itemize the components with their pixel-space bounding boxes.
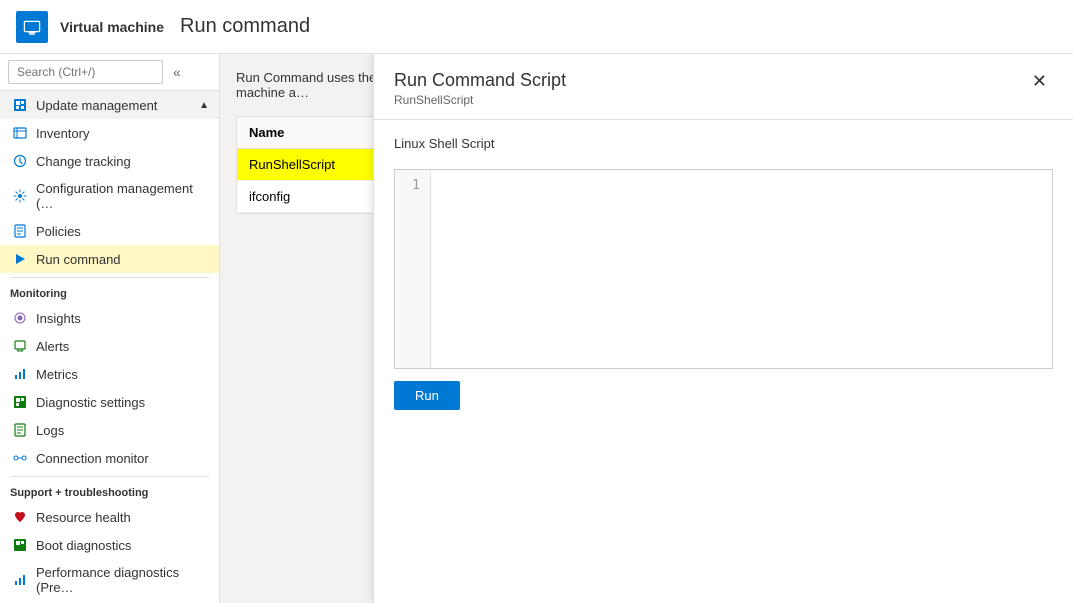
sidebar-item-performance-diagnostics[interactable]: Performance diagnostics (Pre…: [0, 559, 219, 601]
sidebar-item-update-management[interactable]: Update management ▲: [0, 91, 219, 119]
content-area: Run Command uses the VM agent to run scr…: [220, 54, 1073, 603]
connection-monitor-icon: [12, 450, 28, 466]
sidebar-item-alerts-label: Alerts: [36, 339, 69, 354]
sidebar-item-resource-health[interactable]: Resource health: [0, 503, 219, 531]
sidebar-item-change-tracking[interactable]: Change tracking: [0, 147, 219, 175]
divider-monitoring: [10, 277, 209, 278]
diagnostic-settings-icon: [12, 394, 28, 410]
update-management-icon: [12, 97, 28, 113]
performance-diagnostics-icon: [12, 572, 28, 588]
inventory-icon: [12, 125, 28, 141]
sidebar-item-connection-monitor[interactable]: Connection monitor: [0, 444, 219, 472]
policies-icon: [12, 223, 28, 239]
alerts-icon: [12, 338, 28, 354]
insights-icon: [12, 310, 28, 326]
sidebar-item-metrics[interactable]: Metrics: [0, 360, 219, 388]
sidebar-item-configuration-management-label: Configuration management (…: [36, 181, 209, 211]
top-header: Virtual machine Run command: [0, 0, 1073, 54]
divider-support: [10, 476, 209, 477]
panel-subtitle: RunShellScript: [394, 93, 566, 107]
main-layout: « Update management ▲ Inventory: [0, 54, 1073, 603]
sidebar-item-insights[interactable]: Insights: [0, 304, 219, 332]
run-button[interactable]: Run: [394, 381, 460, 410]
support-section-header: Support + troubleshooting: [0, 481, 219, 503]
sidebar-item-change-tracking-label: Change tracking: [36, 154, 131, 169]
sidebar-item-configuration-management[interactable]: Configuration management (…: [0, 175, 219, 217]
panel-title-area: Run Command Script RunShellScript: [394, 70, 566, 107]
sidebar-item-diagnostic-settings[interactable]: Diagnostic settings: [0, 388, 219, 416]
page-title: Run command: [180, 15, 310, 38]
sidebar: « Update management ▲ Inventory: [0, 54, 220, 603]
chevron-up-icon: ▲: [199, 100, 209, 111]
search-input[interactable]: [8, 60, 163, 84]
logs-icon: [12, 422, 28, 438]
sidebar-item-policies-label: Policies: [36, 224, 81, 239]
search-box: «: [0, 54, 219, 91]
sidebar-scroll: Update management ▲ Inventory Change tra…: [0, 91, 219, 603]
metrics-icon: [12, 366, 28, 382]
sidebar-item-insights-label: Insights: [36, 311, 81, 326]
panel-body: Linux Shell Script 1 Run: [374, 120, 1073, 603]
panel-header: Run Command Script RunShellScript ✕: [374, 54, 1073, 120]
field-label: Linux Shell Script: [394, 136, 1053, 151]
run-command-panel: Run Command Script RunShellScript ✕ Linu…: [373, 54, 1073, 603]
run-shell-script-label: RunShellScript: [249, 157, 335, 172]
collapse-button[interactable]: «: [169, 62, 185, 82]
boot-diagnostics-icon: [12, 537, 28, 553]
sidebar-item-performance-diagnostics-label: Performance diagnostics (Pre…: [36, 565, 209, 595]
vm-name: Virtual machine: [60, 19, 164, 35]
sidebar-item-inventory[interactable]: Inventory: [0, 119, 219, 147]
panel-close-button[interactable]: ✕: [1026, 70, 1053, 92]
sidebar-item-boot-diagnostics[interactable]: Boot diagnostics: [0, 531, 219, 559]
sidebar-item-logs-label: Logs: [36, 423, 64, 438]
vm-info: Virtual machine: [60, 19, 164, 35]
sidebar-item-policies[interactable]: Policies: [0, 217, 219, 245]
ifconfig-label: ifconfig: [249, 189, 290, 204]
sidebar-item-logs[interactable]: Logs: [0, 416, 219, 444]
sidebar-item-diagnostic-settings-label: Diagnostic settings: [36, 395, 145, 410]
sidebar-item-connection-monitor-label: Connection monitor: [36, 451, 149, 466]
script-editor-container: 1: [394, 169, 1053, 369]
sidebar-item-run-command-label: Run command: [36, 252, 121, 267]
monitoring-section-header: Monitoring: [0, 282, 219, 304]
sidebar-item-inventory-label: Inventory: [36, 126, 89, 141]
sidebar-item-resource-health-label: Resource health: [36, 510, 131, 525]
run-command-icon: [12, 251, 28, 267]
sidebar-item-metrics-label: Metrics: [36, 367, 78, 382]
change-tracking-icon: [12, 153, 28, 169]
script-textarea[interactable]: [431, 170, 1052, 368]
sidebar-item-run-command[interactable]: Run command: [0, 245, 219, 273]
panel-title: Run Command Script: [394, 70, 566, 91]
sidebar-item-boot-diagnostics-label: Boot diagnostics: [36, 538, 131, 553]
resource-health-icon: [12, 509, 28, 525]
configuration-management-icon: [12, 188, 28, 204]
sidebar-item-update-management-label: Update management: [36, 98, 157, 113]
vm-icon: [16, 11, 48, 43]
line-numbers: 1: [395, 170, 431, 368]
sidebar-item-alerts[interactable]: Alerts: [0, 332, 219, 360]
